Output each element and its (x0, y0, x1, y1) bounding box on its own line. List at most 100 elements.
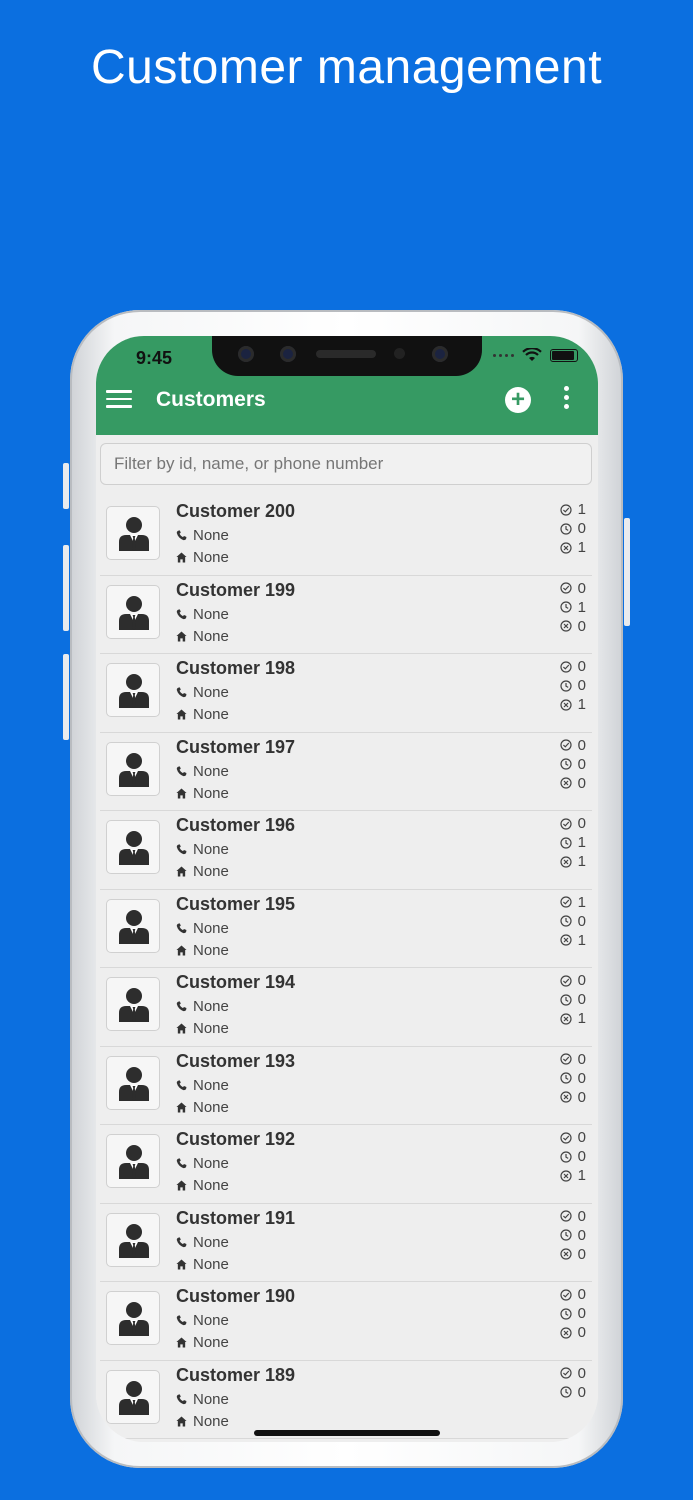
customer-phone-value: None (193, 841, 229, 858)
cancel-circle-icon (560, 1326, 572, 1339)
user-silhouette-icon (119, 1302, 149, 1336)
user-silhouette-icon (119, 909, 149, 944)
signal-dots-icon (493, 353, 514, 357)
customer-name: Customer 197 (176, 736, 296, 757)
customer-row[interactable]: Customer 190 None None 0 0 0 (100, 1282, 592, 1361)
customer-phone-value: None (193, 1390, 229, 1408)
customer-phone: None (176, 841, 229, 858)
customer-address: None (176, 1177, 229, 1194)
customer-row[interactable]: Customer 198 None None 0 0 1 (100, 654, 592, 733)
phone-icon (176, 765, 187, 776)
pending-count: 0 (552, 676, 586, 695)
cancelled-count: 1 (552, 695, 586, 714)
customer-address: None (176, 1099, 229, 1116)
home-icon (176, 944, 187, 956)
completed-count: 0 (552, 736, 586, 755)
customer-phone: None (176, 1391, 229, 1408)
customer-row[interactable]: Customer 194 None None 0 0 1 (100, 968, 592, 1047)
phone-icon (176, 687, 187, 698)
completed-count: 1 (552, 500, 586, 519)
customer-row[interactable]: Customer 197 None None 0 0 0 (100, 733, 592, 811)
phone-icon (176, 1079, 187, 1090)
customer-phone-value: None (193, 1312, 229, 1329)
user-silhouette-icon (119, 595, 149, 630)
clock-icon (560, 836, 572, 849)
customer-row[interactable]: Customer 199 None None 0 1 0 (100, 576, 592, 654)
customer-phone: None (176, 1234, 229, 1251)
customer-row[interactable]: Customer 191 None None 0 0 0 (100, 1204, 592, 1282)
order-stats: 0 0 0 (552, 1207, 586, 1264)
avatar (106, 1291, 160, 1345)
order-stats: 0 0 1 (552, 657, 586, 714)
user-silhouette-icon (119, 988, 149, 1022)
customer-name: Customer 194 (176, 972, 296, 992)
customer-name: Customer 189 (176, 1364, 296, 1385)
customer-name: Customer 196 (176, 815, 296, 835)
completed-count: 0 (552, 579, 586, 598)
hamburger-menu-icon[interactable] (106, 390, 132, 408)
home-icon (176, 1337, 187, 1348)
completed-count: 0 (552, 814, 586, 833)
customer-row[interactable]: Customer 195 None None 1 0 1 (100, 890, 592, 968)
customer-row[interactable]: Customer 189 None None 0 0 (100, 1361, 592, 1439)
pending-count: 0 (552, 1226, 586, 1245)
customer-address: None (176, 785, 229, 802)
customer-address-value: None (193, 627, 229, 645)
search-input[interactable] (100, 443, 592, 485)
customer-phone-value: None (193, 762, 229, 780)
cancel-circle-icon (560, 777, 572, 789)
avatar (106, 1134, 160, 1188)
customer-address-value: None (193, 941, 229, 959)
customer-address: None (176, 628, 229, 645)
phone-action-button (63, 463, 69, 509)
clock-icon (560, 1072, 572, 1084)
customer-address-value: None (193, 1020, 229, 1037)
completed-count: 0 (552, 1128, 586, 1147)
customer-phone-value: None (193, 1076, 229, 1094)
clock-icon (560, 758, 572, 770)
camera-icon (280, 346, 296, 362)
pending-count: 0 (552, 1383, 586, 1402)
phone-volume-up-button (63, 545, 69, 631)
phone-icon (176, 608, 187, 619)
customer-row[interactable]: Customer 196 None None 0 1 1 (100, 811, 592, 890)
home-icon (176, 866, 187, 877)
status-indicators (493, 348, 578, 362)
customer-phone-value: None (193, 1233, 229, 1251)
customer-phone: None (176, 684, 229, 701)
pending-count: 0 (552, 990, 586, 1009)
clock-icon (560, 1307, 572, 1320)
completed-count: 0 (552, 1285, 586, 1304)
cancelled-count: 1 (552, 1009, 586, 1028)
completed-count: 0 (552, 1207, 586, 1226)
phone-volume-down-button (63, 654, 69, 740)
customer-address: None (176, 863, 229, 880)
customer-row[interactable]: Customer 200 None None 1 0 1 (100, 497, 592, 576)
cancelled-count: 0 (552, 1088, 586, 1107)
cancel-circle-icon (560, 1248, 572, 1260)
check-circle-icon (560, 974, 572, 987)
customer-name: Customer 192 (176, 1129, 296, 1149)
add-customer-button[interactable]: + (505, 387, 531, 413)
phone-icon (176, 1236, 187, 1247)
customer-row[interactable]: Customer 193 None None 0 0 0 (100, 1047, 592, 1125)
order-stats: 0 1 1 (552, 814, 586, 871)
customer-list: Customer 200 None None 1 0 1 Customer 19… (100, 497, 592, 1439)
pending-count: 1 (552, 598, 586, 617)
home-icon (176, 787, 187, 799)
clock-icon (560, 1150, 572, 1163)
order-stats: 0 0 1 (552, 1128, 586, 1185)
cancel-circle-icon (560, 1091, 572, 1103)
phone-screen: 9:45 Customers + Filter by id, name, or … (96, 336, 598, 1442)
customer-address-value: None (193, 706, 229, 723)
customer-row[interactable]: Customer 192 None None 0 0 1 (100, 1125, 592, 1204)
customer-address: None (176, 1334, 229, 1351)
clock-icon (560, 601, 572, 613)
status-time: 9:45 (136, 348, 173, 368)
avatar (106, 977, 160, 1031)
customer-address-value: None (193, 1334, 229, 1351)
page-title: Customers (156, 388, 266, 411)
more-vert-icon[interactable] (562, 386, 570, 414)
user-silhouette-icon (119, 1223, 149, 1258)
customer-phone-value: None (193, 998, 229, 1015)
